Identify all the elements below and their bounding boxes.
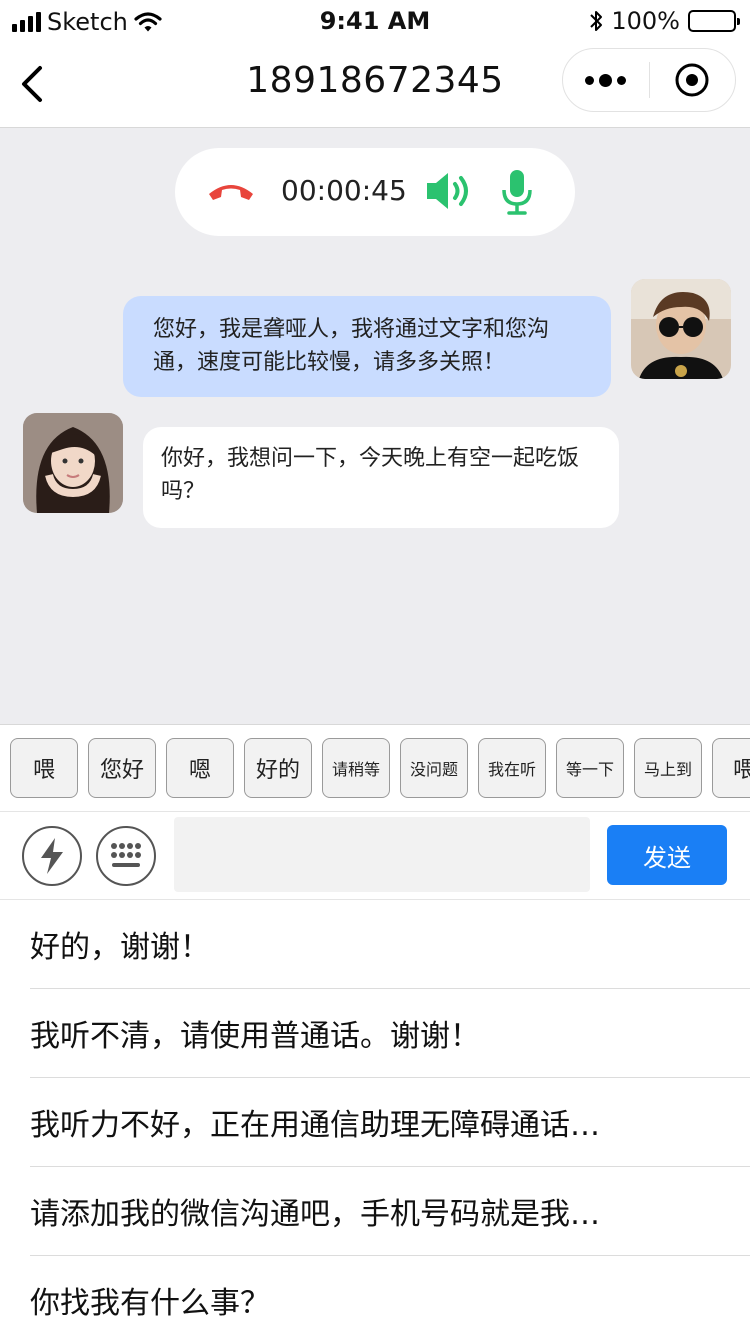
avatar-image (23, 413, 123, 513)
input-row: 发送 (0, 812, 750, 900)
target-icon (675, 63, 709, 97)
close-program-button[interactable] (650, 48, 736, 112)
quick-reply-button[interactable] (22, 826, 82, 886)
speaker-icon (427, 173, 468, 209)
keyboard-icon (111, 843, 141, 867)
quick-phrase-chip[interactable]: 我在听 (478, 738, 546, 798)
quick-phrase-chip[interactable]: 好的 (244, 738, 312, 798)
quick-phrase-chip[interactable]: 喂 (10, 738, 78, 798)
more-icon (585, 73, 627, 87)
reply-suggestion[interactable]: 我听不清，请使用普通话。谢谢！ (30, 989, 750, 1078)
avatar-other[interactable] (23, 413, 123, 513)
reply-suggestion[interactable]: 请添加我的微信沟通吧，手机号码就是我… (30, 1167, 750, 1256)
send-button[interactable]: 发送 (607, 825, 727, 885)
reply-suggestion[interactable]: 我听力不好，正在用通信助理无障碍通话… (30, 1078, 750, 1167)
avatar-self[interactable] (631, 279, 731, 379)
quick-phrase-chip[interactable]: 没问题 (400, 738, 468, 798)
status-right: 100% (589, 7, 740, 35)
message-input[interactable] (174, 817, 590, 892)
more-button[interactable] (563, 48, 649, 112)
quick-phrase-bar: 喂 您好 嗯 好的 请稍等 没问题 我在听 等一下 马上到 喂 (0, 724, 750, 812)
reply-suggestion[interactable]: 好的，谢谢！ (30, 900, 750, 989)
quick-phrase-chip[interactable]: 喂 (712, 738, 750, 798)
microphone-button[interactable] (501, 168, 533, 220)
status-bar: Sketch 9:41 AM 100% (0, 0, 750, 40)
speaker-button[interactable] (425, 170, 475, 216)
keyboard-button[interactable] (96, 826, 156, 886)
quick-phrase-chip[interactable]: 您好 (88, 738, 156, 798)
bluetooth-icon (590, 11, 603, 31)
reply-suggestion-list: 好的，谢谢！ 我听不清，请使用普通话。谢谢！ 我听力不好，正在用通信助理无障碍通… (0, 900, 750, 1334)
call-timer: 00:00:45 (281, 174, 407, 207)
mini-program-capsule (562, 48, 736, 112)
lightning-icon (41, 838, 63, 874)
quick-phrase-chip[interactable]: 请稍等 (322, 738, 390, 798)
hangup-button[interactable] (205, 178, 257, 208)
quick-phrase-chip[interactable]: 马上到 (634, 738, 702, 798)
message-bubble-self: 您好，我是聋哑人，我将通过文字和您沟通，速度可能比较慢，请多多关照！ (123, 296, 611, 397)
nav-bar: 18918672345 (0, 40, 750, 128)
call-control-bar: 00:00:45 (175, 148, 575, 236)
chat-area: 00:00:45 您好，我是聋哑人，我将通过文字和您沟通，速度可能比较慢，请多多… (0, 128, 750, 724)
quick-phrase-chip[interactable]: 等一下 (556, 738, 624, 798)
battery-percent: 100% (611, 7, 680, 35)
reply-suggestion[interactable]: 你找我有什么事？ (30, 1256, 750, 1334)
message-bubble-other: 你好，我想问一下，今天晚上有空一起吃饭吗？ (143, 427, 619, 528)
quick-phrase-chip[interactable]: 嗯 (166, 738, 234, 798)
microphone-icon (502, 170, 532, 215)
hangup-icon (209, 185, 253, 200)
battery-icon (688, 10, 740, 32)
avatar-image (631, 279, 731, 379)
